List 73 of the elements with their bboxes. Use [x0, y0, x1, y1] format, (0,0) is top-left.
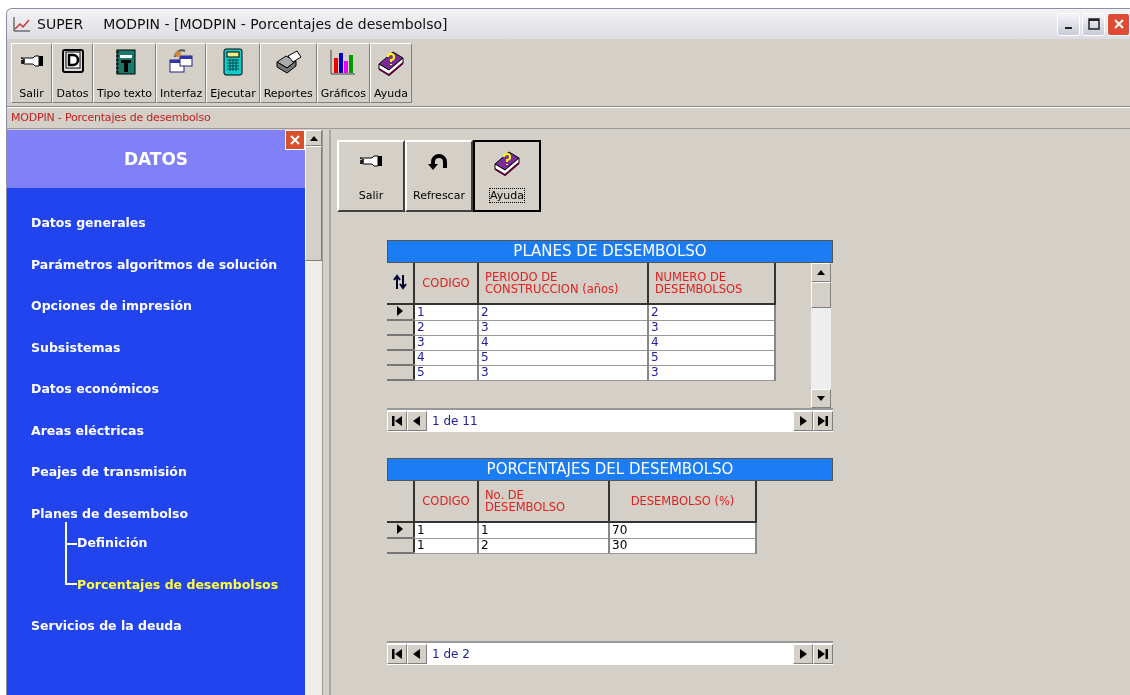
scrollbar[interactable]	[305, 130, 323, 695]
sidebar-title: DATOS	[123, 149, 189, 169]
down-arrow-icon	[817, 396, 825, 401]
sidebar-item[interactable]: Datos generales	[31, 215, 146, 231]
record-counter: 1 de 11	[431, 414, 479, 428]
toolbar-button[interactable]: Ejecutar	[206, 43, 260, 103]
sidebar-item[interactable]: Datos económicos	[31, 381, 159, 397]
close-icon	[1112, 18, 1125, 30]
tables-icon	[167, 48, 196, 74]
first-record-button[interactable]	[387, 644, 407, 664]
breadcrumb: MODPIN - Porcentajes de desembolso	[7, 107, 1130, 129]
grid-title: PLANES DE DESEMBOLSO	[387, 240, 833, 263]
last-record-button[interactable]	[813, 411, 833, 431]
previous-record-button[interactable]	[407, 411, 427, 431]
sidebar-item[interactable]: Parámetros algoritmos de solución	[31, 256, 278, 272]
scroll-up-button[interactable]	[811, 263, 831, 282]
previous-record-button[interactable]	[407, 644, 427, 664]
first-record-button[interactable]	[387, 411, 407, 431]
sidebar-item[interactable]: Porcentajes de desembolsos	[77, 576, 279, 592]
toolbar-button[interactable]: Interfaz	[156, 43, 207, 103]
form-button[interactable]: Refrescar	[405, 140, 473, 212]
toolbar-button[interactable]: Tipo texto	[93, 43, 157, 103]
sidebar-item[interactable]: Areas eléctricas	[31, 422, 144, 438]
calculator-icon	[220, 48, 246, 76]
sidebar-item[interactable]: Servicios de la deuda	[31, 618, 182, 634]
sidebar-item[interactable]: Definición	[77, 535, 148, 551]
app-icon	[13, 16, 31, 32]
close-button[interactable]	[285, 130, 305, 150]
sidebar-item[interactable]: Planes de desembolso	[31, 505, 189, 521]
minimize-button[interactable]	[1057, 12, 1080, 36]
printer-icon	[274, 48, 303, 74]
window-title: MODPIN - [MODPIN - Porcentajes de desembolso]	[103, 16, 448, 32]
next-record-button[interactable]	[793, 411, 813, 431]
sort-icon[interactable]	[393, 274, 407, 290]
row-pointer-icon	[397, 524, 403, 534]
grid-title: PORCENTAJES DEL DESEMBOLSO	[387, 458, 833, 481]
scroll-thumb[interactable]	[811, 282, 831, 308]
last-record-icon	[818, 649, 828, 659]
form-button[interactable]: Ayuda	[473, 140, 541, 212]
sidebar-item[interactable]: Opciones de impresión	[31, 298, 192, 314]
minimize-icon	[1065, 27, 1072, 29]
record-counter: 1 de 2	[431, 647, 471, 661]
bar-chart-icon	[329, 48, 358, 76]
up-arrow-icon	[817, 270, 825, 275]
scroll-down-button[interactable]	[811, 389, 831, 408]
close-button[interactable]	[1107, 12, 1130, 36]
next-record-icon	[798, 416, 808, 426]
app-name: SUPER	[37, 16, 84, 32]
last-record-button[interactable]	[813, 644, 833, 664]
last-record-icon	[818, 416, 828, 426]
sidebar-item[interactable]: Subsistemas	[31, 339, 121, 355]
toolbar-button[interactable]: Datos	[52, 43, 93, 103]
maximize-icon	[1087, 18, 1100, 30]
first-record-icon	[392, 649, 402, 659]
previous-record-icon	[412, 649, 422, 659]
toolbar-button[interactable]: Salir	[11, 43, 52, 103]
toolbar-button[interactable]: Reportes	[259, 43, 317, 103]
toolbar-button[interactable]: Ayuda	[369, 43, 412, 103]
toolbar-button[interactable]: Gráficos	[316, 43, 370, 103]
scroll-up-button[interactable]	[305, 130, 322, 146]
row-pointer-icon	[397, 306, 403, 316]
next-record-button[interactable]	[793, 644, 813, 664]
sidebar-item[interactable]: Peajes de transmisión	[31, 464, 187, 480]
scrollbar[interactable]	[811, 263, 831, 408]
close-icon	[289, 134, 301, 146]
key-icon	[59, 48, 86, 74]
form-button[interactable]: Salir	[337, 140, 405, 212]
scroll-thumb[interactable]	[305, 146, 322, 261]
previous-record-icon	[412, 416, 422, 426]
up-arrow-icon	[309, 135, 318, 141]
first-record-icon	[392, 416, 402, 426]
maximize-button[interactable]	[1082, 12, 1105, 36]
next-record-icon	[798, 649, 808, 659]
